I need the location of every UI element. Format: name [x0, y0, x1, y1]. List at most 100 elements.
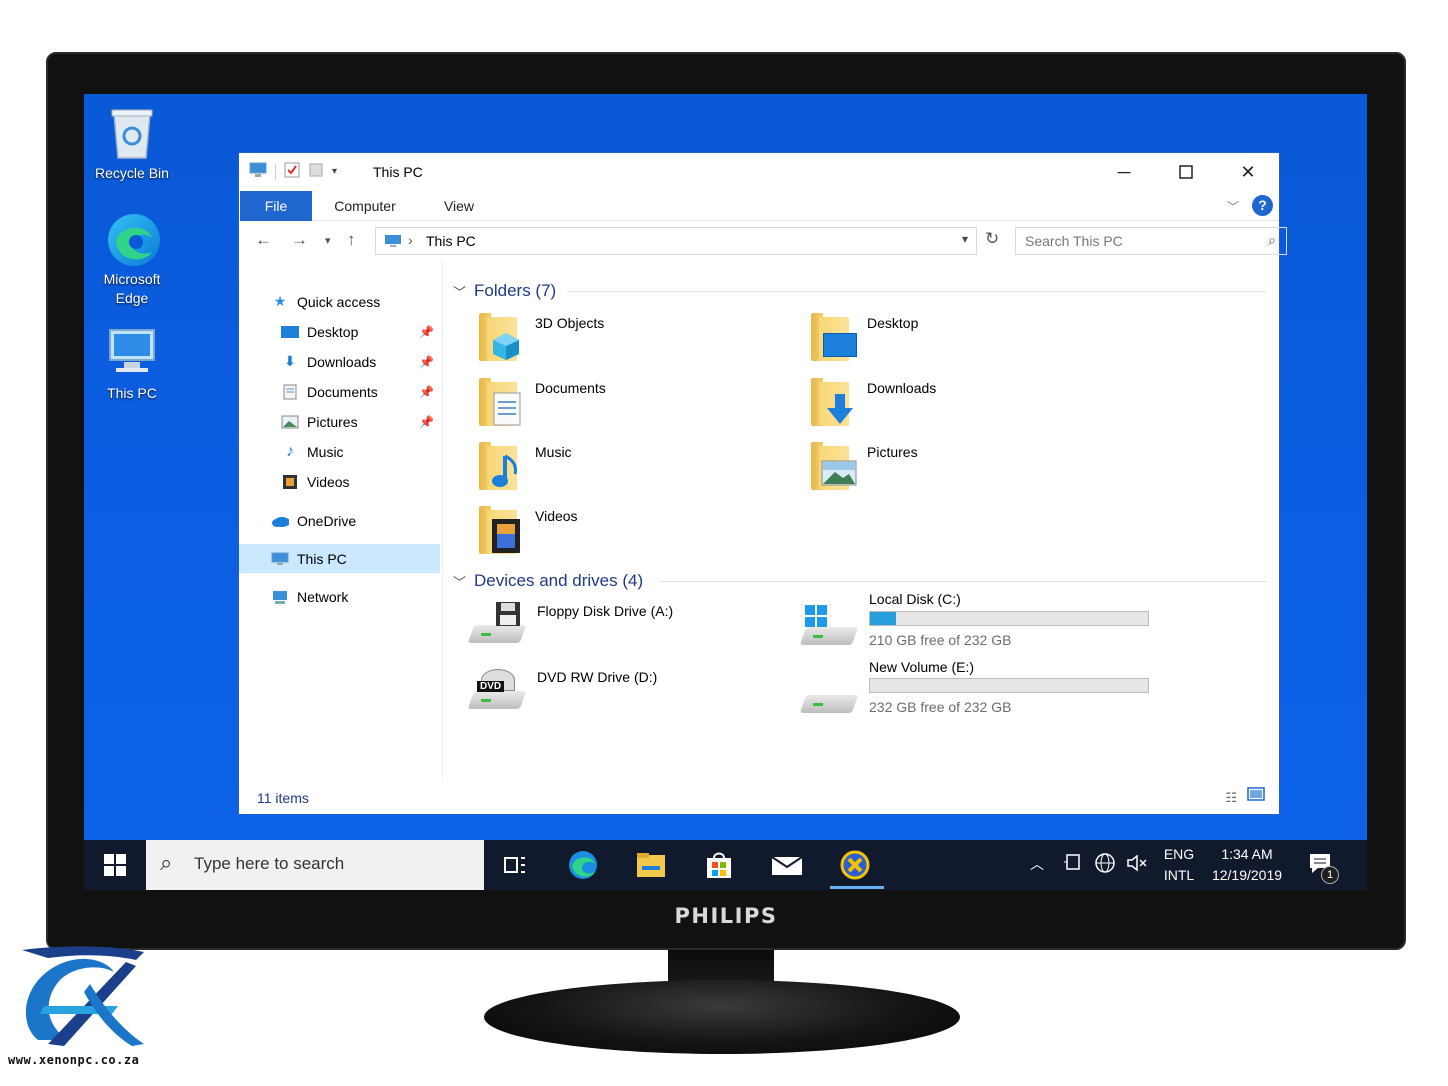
- nav-this-pc[interactable]: This PC: [239, 544, 440, 573]
- show-hidden-icons-chevron-icon[interactable]: ︿: [1030, 854, 1044, 874]
- address-dropdown-icon[interactable]: ▾: [962, 232, 968, 246]
- folder-tile[interactable]: Music: [477, 440, 572, 492]
- recent-locations-chevron-icon[interactable]: ▾: [325, 234, 331, 247]
- forward-arrow-icon[interactable]: →: [291, 230, 308, 250]
- desktop-icon-label: Recycle Bin: [95, 165, 169, 181]
- input-language[interactable]: ENG INTL: [1158, 844, 1200, 886]
- minimize-button[interactable]: ─: [1093, 153, 1155, 191]
- group-title: Folders (7): [474, 281, 557, 300]
- desktop-folder-icon: [281, 324, 299, 340]
- customize-toolbar-icon[interactable]: ▾: [332, 166, 337, 177]
- folder-tile[interactable]: Videos: [477, 504, 578, 556]
- drive-tile-floppy[interactable]: Floppy Disk Drive (A:): [467, 601, 673, 653]
- properties-icon[interactable]: [284, 162, 300, 181]
- nav-network[interactable]: Network: [239, 582, 440, 611]
- film-icon: [281, 474, 299, 490]
- nav-onedrive[interactable]: OneDrive: [239, 506, 440, 535]
- close-button[interactable]: ✕: [1217, 153, 1279, 191]
- pin-icon[interactable]: 📌: [419, 355, 434, 369]
- help-button[interactable]: ?: [1252, 195, 1273, 216]
- expand-ribbon-icon[interactable]: ﹀: [1227, 198, 1239, 215]
- clock[interactable]: 1:34 AM 12/19/2019: [1202, 844, 1292, 886]
- taskbar-search-box[interactable]: ⌕ Type here to search: [146, 840, 484, 890]
- tab-file[interactable]: File: [240, 191, 312, 221]
- nav-label: This PC: [297, 550, 347, 567]
- xenonpc-logo: [8, 944, 158, 1054]
- nav-label: Downloads: [307, 353, 377, 370]
- folder-tile[interactable]: 3D Objects: [477, 311, 604, 363]
- large-icons-view-icon[interactable]: [1247, 787, 1265, 806]
- speaker-muted-icon[interactable]: [1126, 853, 1150, 878]
- nav-item-documents[interactable]: Documents 📌: [239, 377, 440, 406]
- back-arrow-icon[interactable]: ←: [255, 230, 272, 250]
- folder-tile[interactable]: Downloads: [809, 376, 936, 428]
- folder-tile[interactable]: Pictures: [809, 440, 918, 492]
- desktop-icon-recycle-bin[interactable]: Recycle Bin: [84, 106, 180, 183]
- nav-item-videos[interactable]: Videos: [239, 467, 440, 496]
- breadcrumb-chevron-icon[interactable]: ›: [408, 232, 413, 248]
- nav-item-downloads[interactable]: ⬇ Downloads 📌: [239, 347, 440, 376]
- star-icon: ★: [273, 293, 287, 309]
- start-windows-icon[interactable]: [98, 848, 132, 882]
- mail-taskbar-icon[interactable]: [770, 848, 804, 882]
- folder-tile[interactable]: Documents: [477, 376, 606, 428]
- disk-free-text: 232 GB free of 232 GB: [869, 699, 1012, 715]
- ribbon-tabs: File Computer View ﹀ ?: [239, 191, 1279, 221]
- maximize-button[interactable]: [1155, 153, 1217, 191]
- nav-quick-access[interactable]: ★ Quick access: [239, 287, 440, 316]
- file-explorer-window: ▾ This PC ─ ✕ File Computer View ﹀ ? ← →…: [238, 152, 1287, 815]
- language-code: ENG: [1163, 846, 1195, 862]
- nav-item-pictures[interactable]: Pictures 📌: [239, 407, 440, 436]
- computer-icon: [106, 326, 158, 382]
- nav-label: Network: [297, 588, 349, 605]
- document-icon: [281, 384, 299, 400]
- collapse-chevron-icon[interactable]: ﹀: [453, 282, 466, 301]
- app-taskbar-icon[interactable]: [838, 848, 872, 882]
- address-row: ← → ▾ ↑ › This PC ▾ ↻ Search This PC ⌕: [239, 221, 1287, 261]
- devices-group-header[interactable]: ﹀ Devices and drives (4): [453, 569, 643, 593]
- edge-taskbar-icon[interactable]: [566, 848, 600, 882]
- nav-item-music[interactable]: ♪ Music: [239, 437, 440, 466]
- 3d-objects-folder-icon: [477, 311, 525, 363]
- group-title: Devices and drives (4): [474, 571, 644, 590]
- device-icon[interactable]: [1064, 852, 1082, 879]
- drive-label: New Volume (E:): [869, 659, 975, 675]
- search-box[interactable]: Search This PC ⌕: [1015, 227, 1287, 255]
- search-input[interactable]: Search This PC: [1025, 233, 1123, 249]
- up-arrow-icon[interactable]: ↑: [347, 230, 356, 250]
- breadcrumb[interactable]: This PC: [426, 233, 476, 249]
- tab-view[interactable]: View: [431, 191, 487, 221]
- search-icon[interactable]: ⌕: [1268, 232, 1276, 249]
- disk-free-text: 210 GB free of 232 GB: [869, 632, 1012, 648]
- folders-group-header[interactable]: ﹀ Folders (7): [453, 279, 556, 303]
- taskbar-search-input[interactable]: Type here to search: [194, 854, 344, 874]
- pin-icon[interactable]: 📌: [419, 415, 434, 429]
- collapse-chevron-icon[interactable]: ﹀: [453, 572, 466, 591]
- drive-label: Local Disk (C:): [869, 591, 961, 607]
- folder-label: Pictures: [867, 444, 918, 460]
- tab-computer[interactable]: Computer: [321, 191, 409, 221]
- pin-icon[interactable]: 📌: [419, 385, 434, 399]
- store-taskbar-icon[interactable]: [702, 848, 736, 882]
- refresh-icon[interactable]: ↻: [985, 229, 999, 249]
- new-folder-icon[interactable]: [308, 162, 324, 181]
- desktop-icon-this-pc[interactable]: This PC: [84, 326, 180, 403]
- title-bar: ▾ This PC ─ ✕: [239, 153, 1279, 191]
- taskbar: ⌕ Type here to search ︿ ENG INTL 1:34 AM…: [84, 840, 1367, 890]
- details-view-icon[interactable]: ☷: [1225, 790, 1237, 806]
- picture-icon: [281, 414, 299, 430]
- pin-icon[interactable]: 📌: [419, 325, 434, 339]
- folder-tile[interactable]: Desktop: [809, 311, 918, 363]
- computer-small-icon[interactable]: [249, 162, 267, 181]
- globe-network-icon[interactable]: [1094, 852, 1116, 879]
- address-bar[interactable]: › This PC ▾: [375, 227, 977, 255]
- drive-tile-dvd[interactable]: DVD DVD RW Drive (D:): [467, 667, 657, 719]
- nav-item-desktop[interactable]: Desktop 📌: [239, 317, 440, 346]
- desktop-icon-edge[interactable]: Microsoft Edge: [84, 212, 180, 308]
- hard-drive-icon: [799, 671, 859, 723]
- windows-drive-icon: [799, 603, 859, 655]
- folder-label: Downloads: [867, 380, 937, 396]
- file-explorer-taskbar-icon[interactable]: [634, 848, 668, 882]
- task-view-icon[interactable]: [498, 848, 532, 882]
- website-url: www.xenonpc.co.za: [8, 1053, 140, 1067]
